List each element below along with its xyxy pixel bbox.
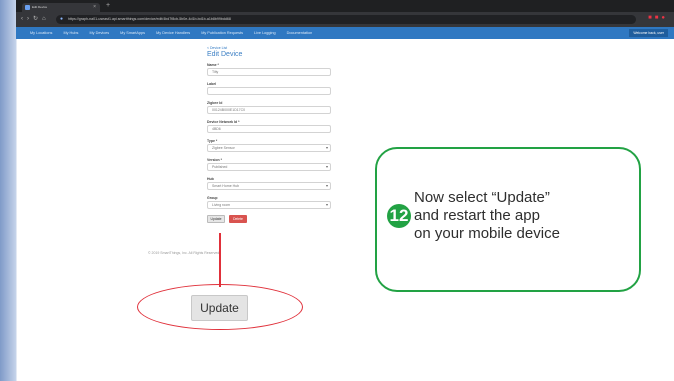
name-field[interactable]: Tilty: [207, 68, 331, 76]
close-tab-icon[interactable]: ×: [93, 3, 96, 12]
url-text: https://graph-na01-useast1.api.smartthin…: [68, 17, 231, 21]
nav-item-live-logging[interactable]: Live Logging: [254, 31, 276, 35]
zoomed-update-button: Update: [191, 295, 248, 321]
edit-device-form: < Device List Edit Device Name * Tilty L…: [207, 46, 331, 223]
update-button[interactable]: Update: [207, 215, 225, 223]
annotation-connector-line: [219, 233, 221, 287]
user-menu[interactable]: Welcome back, user: [629, 29, 668, 37]
step-number-badge: 12: [387, 204, 411, 228]
hub-select[interactable]: Smart Home Hub: [207, 182, 331, 190]
nav-item-smartapps[interactable]: My SmartApps: [120, 31, 145, 35]
nav-item-devices[interactable]: My Devices: [89, 31, 109, 35]
nav-item-documentation[interactable]: Documentation: [287, 31, 313, 35]
nav-item-locations[interactable]: My Locations: [30, 31, 52, 35]
favicon-icon: [25, 5, 30, 10]
extensions-icon[interactable]: ■■●: [648, 15, 668, 21]
address-bar[interactable]: ● https://graph-na01-useast1.api.smartth…: [56, 15, 636, 24]
instruction-callout: 12 Now select “Update” and restart the a…: [375, 147, 641, 292]
nav-item-hubs[interactable]: My Hubs: [63, 31, 78, 35]
label-field[interactable]: [207, 87, 331, 95]
instruction-text: Now select “Update” and restart the app …: [414, 189, 560, 242]
group-select[interactable]: Living room: [207, 201, 331, 209]
form-buttons: Update Delete: [207, 215, 331, 223]
version-select[interactable]: Published: [207, 163, 331, 171]
network-id-field[interactable]: 4BD6: [207, 125, 331, 133]
browser-chrome: Edit Device × + ‹›↻⌂ ● https://graph-na0…: [16, 0, 674, 27]
tab-title: Edit Device: [32, 5, 48, 9]
nav-item-publication-requests[interactable]: My Publication Requests: [201, 31, 243, 35]
zigbee-id-field[interactable]: 00124B000E1D17C0: [207, 106, 331, 114]
lock-icon: ●: [60, 16, 64, 22]
nav-buttons-icon[interactable]: ‹›↻⌂: [21, 15, 50, 22]
address-row: ‹›↻⌂ ● https://graph-na01-useast1.api.sm…: [16, 12, 674, 27]
new-tab-icon[interactable]: +: [106, 2, 110, 9]
site-navbar: My Locations My Hubs My Devices My Smart…: [16, 27, 674, 39]
page-title: Edit Device: [207, 51, 243, 58]
back-link[interactable]: < Device List: [207, 46, 331, 50]
nav-item-device-handlers[interactable]: My Device Handlers: [156, 31, 190, 35]
copyright-text: © 2019 SmartThings, Inc. All Rights Rese…: [148, 251, 221, 255]
tab-bar: Edit Device × +: [16, 0, 674, 12]
delete-button[interactable]: Delete: [229, 215, 247, 223]
type-select[interactable]: Zigbee Sensor: [207, 144, 331, 152]
browser-tab[interactable]: Edit Device ×: [22, 3, 100, 12]
